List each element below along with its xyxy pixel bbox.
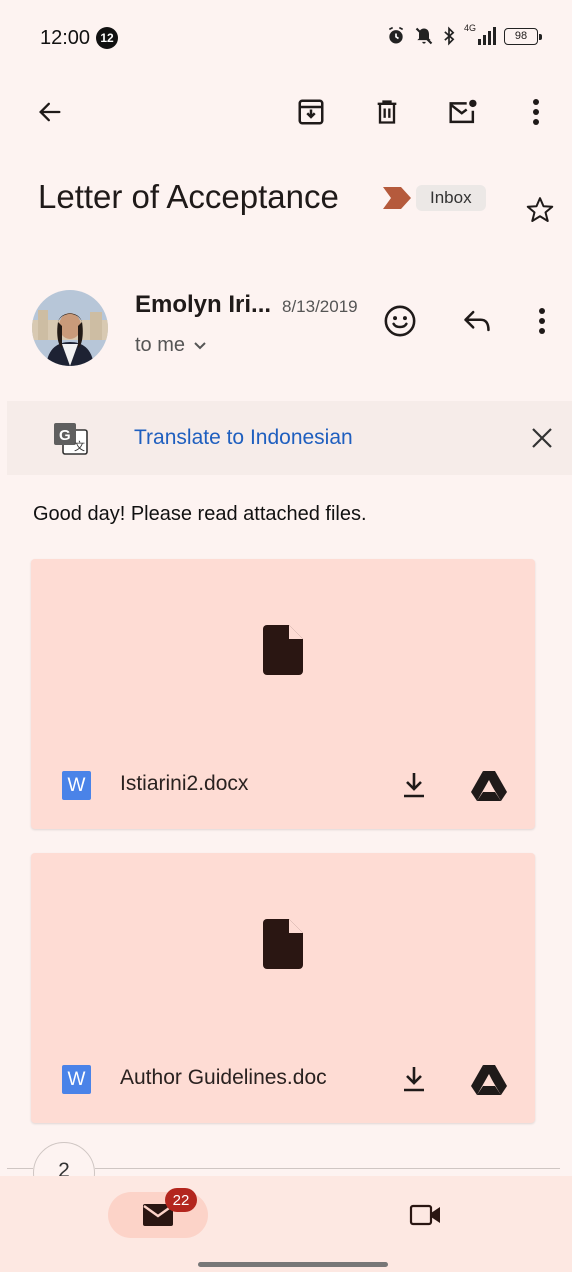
close-icon xyxy=(532,428,552,448)
download-attachment-button[interactable] xyxy=(396,1061,432,1097)
nav-meet-tab[interactable] xyxy=(402,1193,450,1237)
back-button[interactable] xyxy=(26,88,74,136)
battery-indicator: 98 xyxy=(504,27,542,45)
attachment-card[interactable]: W Author Guidelines.doc xyxy=(31,853,535,1123)
unread-count-badge: 22 xyxy=(165,1188,197,1212)
attachment-name: Istiarini2.docx xyxy=(120,772,249,795)
video-camera-icon xyxy=(409,1204,440,1226)
thread-divider xyxy=(95,1168,560,1169)
save-to-drive-button[interactable] xyxy=(469,768,509,804)
battery-level: 98 xyxy=(514,30,528,42)
word-file-icon: W xyxy=(62,1065,91,1094)
reply-icon xyxy=(464,310,490,332)
google-drive-icon xyxy=(471,771,507,801)
download-icon xyxy=(404,773,424,798)
sender-avatar[interactable] xyxy=(32,290,108,366)
close-translate-button[interactable] xyxy=(518,414,566,462)
notification-count-badge: 12 xyxy=(96,27,118,49)
translate-link[interactable]: Translate to Indonesian xyxy=(134,426,353,450)
thread-divider xyxy=(7,1168,33,1169)
important-marker-icon[interactable] xyxy=(383,187,411,209)
status-time: 12:00 xyxy=(40,27,91,49)
recipient-label: to me xyxy=(135,334,186,356)
star-outline-icon xyxy=(526,197,554,222)
delete-icon xyxy=(377,100,397,124)
signal-icon: 4G xyxy=(464,23,496,45)
recipient-details-toggle[interactable]: to me xyxy=(135,334,207,357)
status-bar: 12:00 12 4G 98 xyxy=(0,0,572,76)
network-type: 4G xyxy=(464,23,477,33)
download-icon xyxy=(404,1067,424,1092)
google-drive-icon xyxy=(471,1065,507,1095)
attachment-card[interactable]: W Istiarini2.docx xyxy=(31,559,535,829)
home-indicator[interactable] xyxy=(198,1262,388,1267)
inbox-label-chip[interactable]: Inbox xyxy=(416,185,486,211)
save-to-drive-button[interactable] xyxy=(469,1062,509,1098)
email-date: 8/13/2019 xyxy=(282,297,358,316)
back-arrow-icon xyxy=(39,102,61,122)
delete-button[interactable] xyxy=(363,88,411,136)
google-translate-icon: G 文 xyxy=(54,423,88,455)
message-more-button[interactable] xyxy=(518,297,566,345)
svg-text:文: 文 xyxy=(74,439,85,453)
file-icon xyxy=(263,625,303,675)
word-file-icon: W xyxy=(62,771,91,800)
bluetooth-icon xyxy=(444,26,455,46)
attachment-name: Author Guidelines.doc xyxy=(120,1066,327,1089)
add-reaction-button[interactable] xyxy=(376,297,424,345)
more-vert-icon xyxy=(539,308,545,334)
chevron-down-icon xyxy=(194,341,206,349)
email-body: Good day! Please read attached files. xyxy=(33,503,367,525)
download-attachment-button[interactable] xyxy=(396,767,432,803)
mute-icon xyxy=(415,27,433,45)
status-icons: 4G 98 xyxy=(386,23,542,46)
reply-button[interactable] xyxy=(453,297,501,345)
emoji-icon xyxy=(384,305,416,337)
file-icon xyxy=(263,919,303,969)
archive-button[interactable] xyxy=(287,88,335,136)
alarm-icon xyxy=(388,26,404,44)
star-button[interactable] xyxy=(516,186,564,234)
archive-icon xyxy=(298,99,324,125)
more-options-button[interactable] xyxy=(512,88,560,136)
mark-unread-icon xyxy=(449,99,477,124)
email-subject: Letter of Acceptance xyxy=(38,178,339,215)
svg-text:G: G xyxy=(59,427,71,444)
bottom-navigation xyxy=(0,1176,572,1272)
mark-unread-button[interactable] xyxy=(439,88,487,136)
more-vert-icon xyxy=(533,99,539,125)
sender-name[interactable]: Emolyn Iri... xyxy=(135,291,271,319)
